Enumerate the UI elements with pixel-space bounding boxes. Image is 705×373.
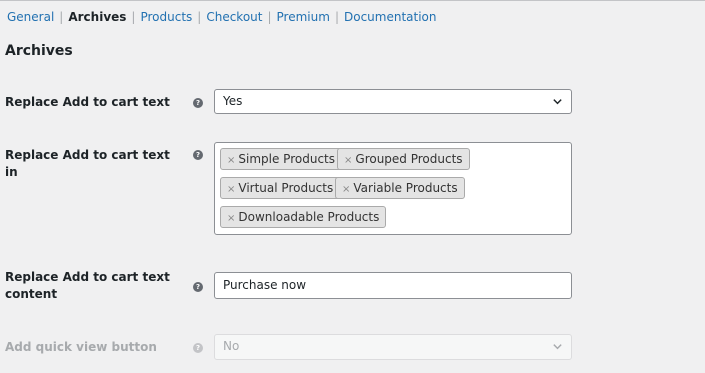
help-icon: ? [193, 343, 203, 353]
remove-chip-icon[interactable]: × [227, 155, 235, 166]
subnav-archives[interactable]: Archives [68, 10, 126, 24]
quick-view-label: Add quick view button [5, 340, 157, 354]
subnav-documentation[interactable]: Documentation [344, 10, 437, 24]
help-icon[interactable]: ? [193, 150, 203, 160]
subnav-separator: | [59, 10, 64, 24]
remove-chip-icon[interactable]: × [227, 184, 235, 195]
chip-grouped-products: × Grouped Products [337, 148, 470, 170]
chip-label: Grouped Products [355, 152, 463, 166]
top-divider [0, 0, 705, 1]
settings-page: General | Archives | Products | Checkout | Premi… [0, 0, 705, 373]
remove-chip-icon[interactable]: × [227, 213, 235, 224]
chevron-down-icon [553, 344, 562, 350]
label-line: content [5, 287, 58, 301]
remove-chip-icon[interactable]: × [344, 155, 352, 166]
chip-simple-products: × Simple Products [220, 148, 342, 170]
subnav-separator: | [267, 10, 272, 24]
subnav-separator: | [334, 10, 339, 24]
chip-virtual-products: × Virtual Products [220, 177, 341, 199]
chevron-down-icon [553, 99, 562, 105]
replace-text-content-label: Replace Add to cart text content [5, 269, 175, 303]
subnav-products[interactable]: Products [140, 10, 192, 24]
help-icon[interactable]: ? [193, 282, 203, 292]
chip-label: Simple Products [238, 152, 335, 166]
remove-chip-icon[interactable]: × [342, 184, 350, 195]
chip-downloadable-products: × Downloadable Products [220, 206, 387, 228]
label-line: Replace Add to cart text [5, 270, 170, 284]
section-title: Archives [5, 43, 73, 59]
product-types-multiselect[interactable]: × Simple Products × Grouped Products × Virt… [214, 142, 572, 235]
chip-label: Virtual Products [238, 181, 334, 195]
subnav-general[interactable]: General [7, 10, 54, 24]
replace-text-in-label: Replace Add to cart text in [5, 148, 170, 179]
subnav-separator: | [131, 10, 136, 24]
subnav-premium[interactable]: Premium [277, 10, 330, 24]
replace-text-select[interactable]: Yes [214, 89, 572, 114]
quick-view-select: No [214, 334, 572, 360]
chip-label: Variable Products [353, 181, 458, 195]
help-icon[interactable]: ? [193, 98, 203, 108]
subnav-separator: | [197, 10, 202, 24]
replace-text-content-input[interactable]: Purchase now [214, 272, 572, 299]
settings-subnav: General | Archives | Products | Checkout | Premi… [7, 9, 437, 25]
chip-label: Downloadable Products [238, 210, 380, 224]
subnav-checkout[interactable]: Checkout [206, 10, 262, 24]
replace-text-value: Yes [223, 94, 243, 108]
quick-view-value: No [223, 339, 240, 353]
replace-text-label: Replace Add to cart text [5, 95, 170, 109]
chip-variable-products: × Variable Products [335, 177, 465, 199]
